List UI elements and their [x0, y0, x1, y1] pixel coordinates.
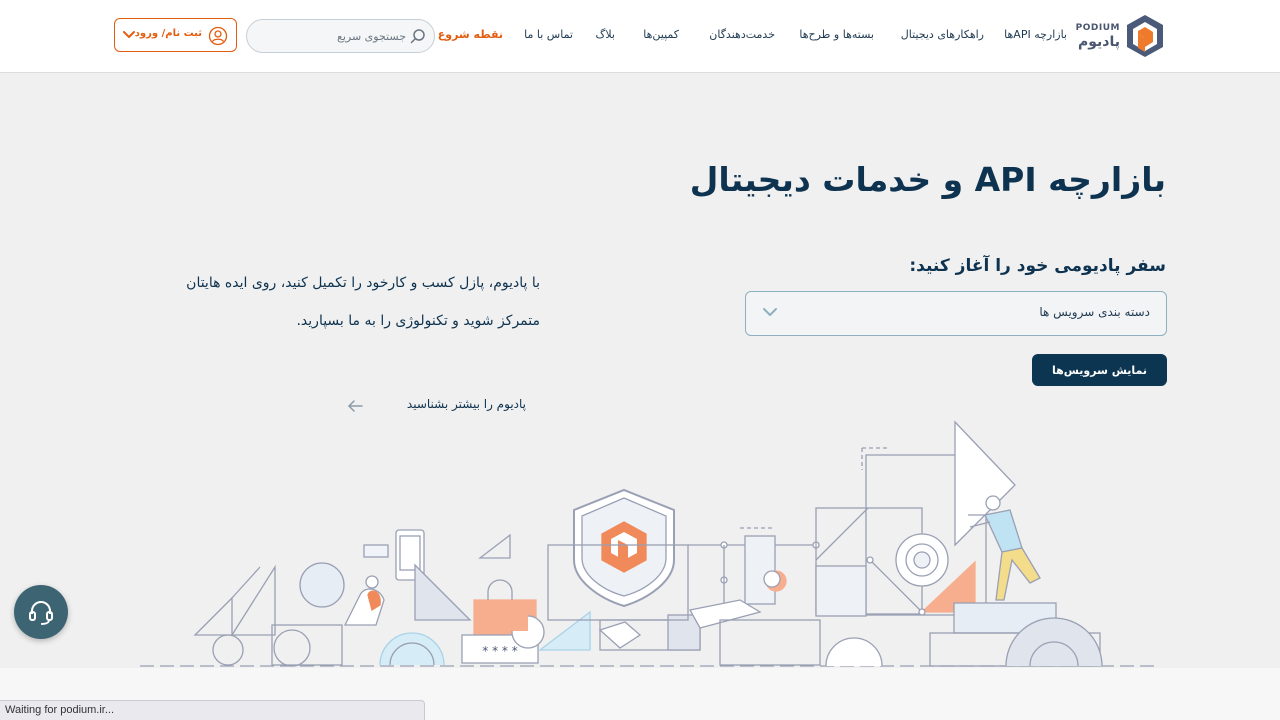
- search-icon[interactable]: [410, 28, 426, 44]
- support-chat-button[interactable]: [14, 585, 68, 639]
- service-category-select[interactable]: دسته بندی سرویس ها: [745, 291, 1167, 336]
- login-label: ثبت نام/ ورود: [134, 28, 202, 39]
- chevron-down-icon: [123, 31, 135, 38]
- status-text: Waiting for podium.ir...: [5, 704, 115, 716]
- page-title: بازارچه API و خدمات دیجیتال: [689, 160, 1166, 199]
- podium-logo-icon: [1127, 15, 1163, 57]
- journey-heading: سفر پادیومی خود را آغاز کنید:: [909, 256, 1166, 276]
- site-header: PODIUM پادیوم بازارچه APIها راهکارهای دی…: [0, 0, 1280, 73]
- headset-icon: [29, 601, 53, 625]
- arrow-left-icon: [348, 400, 363, 412]
- hero-illustration: * * * *: [140, 420, 1160, 667]
- nav-item-packages[interactable]: بسته‌ها و طرح‌ها: [799, 28, 874, 41]
- search-input[interactable]: [256, 26, 406, 46]
- nav-item-starting-point[interactable]: نقطه شروع: [438, 28, 503, 41]
- chevron-down-icon: [763, 308, 777, 316]
- nav-item-contact[interactable]: تماس با ما: [524, 28, 573, 41]
- nav-item-providers[interactable]: خدمت‌دهندگان: [709, 28, 775, 41]
- illustration-code-text: * * * *: [482, 644, 517, 658]
- category-select-value: دسته بندی سرویس ها: [1039, 305, 1150, 319]
- login-register-button[interactable]: ثبت نام/ ورود: [114, 18, 237, 52]
- podium-logo[interactable]: PODIUM پادیوم: [1076, 14, 1164, 58]
- nav-item-api-marketplace[interactable]: بازارچه APIها: [1004, 28, 1067, 41]
- logo-text-en: PODIUM: [1075, 22, 1120, 33]
- nav-item-blog[interactable]: بلاگ: [596, 28, 615, 41]
- logo-text-fa: پادیوم: [1078, 33, 1120, 50]
- nav-item-campaigns[interactable]: کمپین‌ها: [643, 28, 679, 41]
- learn-more-link[interactable]: پادیوم را بیشتر بشناسید: [346, 395, 526, 417]
- browser-status-bar: Waiting for podium.ir...: [0, 700, 425, 720]
- show-services-button[interactable]: نمایش سرویس‌ها: [1032, 354, 1167, 386]
- hero-description: با پادیوم، پازل کسب و کارخود را تکمیل کن…: [186, 275, 540, 329]
- learn-more-label: پادیوم را بیشتر بشناسید: [406, 397, 526, 411]
- search-box: [246, 19, 435, 53]
- user-icon: [208, 26, 228, 46]
- nav-item-digital-solutions[interactable]: راهکارهای دیجیتال: [901, 28, 984, 41]
